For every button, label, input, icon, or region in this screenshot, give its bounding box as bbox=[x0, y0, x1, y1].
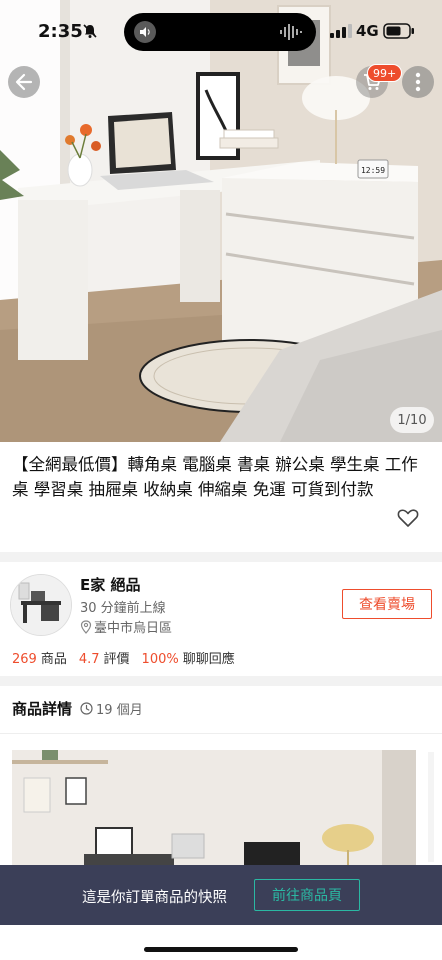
products-count: 269 bbox=[12, 652, 37, 667]
shop-avatar[interactable] bbox=[10, 574, 72, 636]
more-button[interactable] bbox=[402, 66, 434, 98]
section-gap bbox=[0, 552, 442, 562]
heart-icon[interactable] bbox=[396, 506, 420, 530]
clock-display: 12:59 bbox=[361, 166, 385, 175]
speaker-icon bbox=[134, 21, 156, 43]
snapshot-text: 這是你訂單商品的快照 bbox=[82, 890, 227, 906]
go-to-product-button[interactable]: 前往商品頁 bbox=[254, 879, 360, 911]
shop-name[interactable]: E家 絕品 bbox=[80, 574, 140, 595]
detail-image[interactable] bbox=[12, 750, 416, 865]
details-age-text: 19 個月 bbox=[96, 703, 143, 718]
status-time: 2:35 bbox=[38, 21, 83, 42]
response-rate: 100% bbox=[141, 652, 179, 667]
shop-stats: 269 商品 4.7 評價 100% 聊聊回應 bbox=[12, 648, 235, 667]
details-header: 商品詳情 19 個月 bbox=[12, 698, 143, 719]
home-area bbox=[0, 925, 442, 960]
signal-icon bbox=[330, 24, 352, 38]
snapshot-bar: 這是你訂單商品的快照 前往商品頁 bbox=[0, 865, 442, 925]
rating-value: 4.7 bbox=[78, 652, 100, 667]
side-scroll-hint bbox=[428, 752, 434, 862]
rating-label: 評價 bbox=[103, 652, 130, 667]
home-indicator[interactable] bbox=[144, 947, 298, 952]
bell-slash-icon bbox=[83, 24, 97, 38]
shop-location: 臺中市烏日區 bbox=[80, 617, 172, 636]
stat-response: 100% 聊聊回應 bbox=[142, 648, 235, 667]
back-arrow-icon bbox=[15, 73, 33, 91]
details-age: 19 個月 bbox=[80, 699, 143, 718]
shop-online-status: 30 分鐘前上線 bbox=[80, 601, 166, 616]
network-type: 4G bbox=[356, 22, 379, 40]
waveform-icon bbox=[280, 24, 302, 40]
response-label: 聊聊回應 bbox=[182, 652, 235, 667]
status-bar: 2:35 4G bbox=[0, 0, 442, 64]
shop-location-text: 臺中市烏日區 bbox=[94, 621, 173, 636]
stat-rating: 4.7 評價 bbox=[79, 648, 130, 667]
more-icon bbox=[415, 72, 421, 92]
back-button[interactable] bbox=[8, 66, 40, 98]
battery-icon bbox=[383, 23, 414, 39]
products-label: 商品 bbox=[40, 652, 67, 667]
product-title: 【全網最低價】轉角桌 電腦桌 書桌 辦公桌 學生桌 工作桌 學習桌 抽屜桌 收納… bbox=[12, 455, 418, 499]
section-gap bbox=[0, 676, 442, 686]
details-title: 商品詳情 bbox=[12, 700, 73, 718]
location-pin-icon bbox=[80, 619, 92, 634]
view-shop-button[interactable]: 查看賣場 bbox=[342, 589, 432, 619]
clock-icon bbox=[80, 702, 93, 715]
divider bbox=[0, 733, 442, 734]
image-counter: 1/10 bbox=[390, 407, 434, 433]
dynamic-island bbox=[124, 13, 316, 51]
cart-badge: 99+ bbox=[367, 64, 403, 82]
stat-products: 269 商品 bbox=[12, 648, 67, 667]
